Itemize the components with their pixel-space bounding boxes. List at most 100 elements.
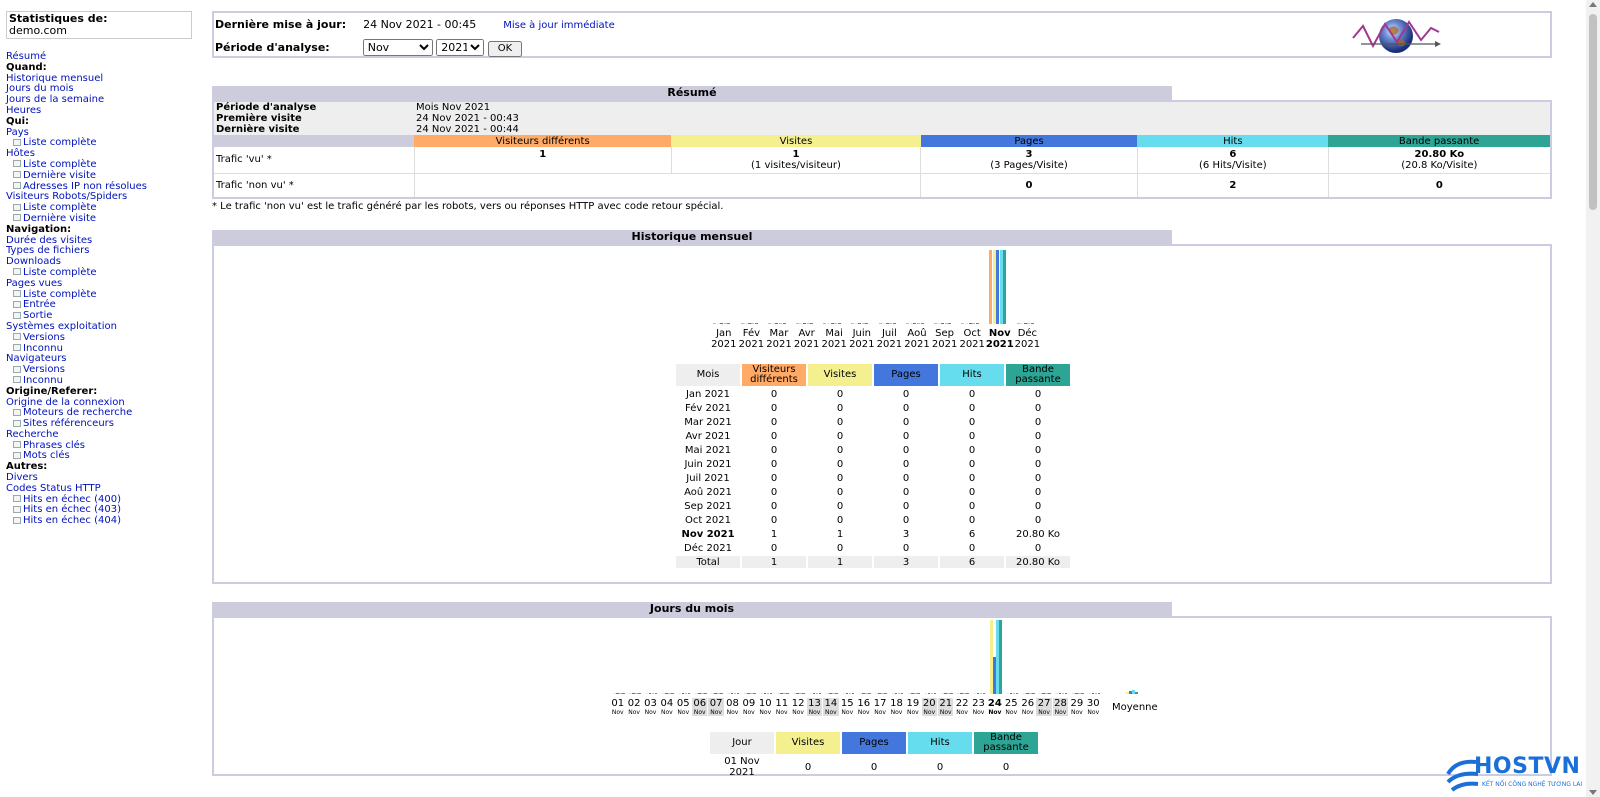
average-bar-group [1126,620,1146,694]
menu-subitem-link[interactable]: Versions [23,364,65,375]
menu-subitem-link[interactable]: Moteurs de recherche [23,407,132,418]
pages-cell: 0 [902,430,910,442]
update-now-link[interactable]: Mise à jour immédiate [503,20,615,31]
bar-visits [716,323,720,324]
bandwidth-cell: 0 [1034,542,1042,554]
day-month: Nov [644,709,657,716]
scrollbar-up-arrow[interactable] [1589,2,1597,7]
day-bar-group [1036,620,1052,694]
table-row: Mar 2021 0 0 0 0 0 [676,416,1070,428]
menu-subitem-link[interactable]: Hits en échec (403) [23,504,121,516]
seen-traffic-row: Trafic 'vu' * 1 1 (1 visites/visiteur) 3(… [214,147,1550,173]
bar-hits [778,323,782,324]
day-axis-label: 17 Nov [872,698,887,716]
bar-pages [885,323,889,324]
day-bar-group [905,620,921,694]
day-bar-group [856,620,872,694]
menu-link[interactable]: Visiteurs Robots/Spiders [6,191,127,202]
menu-subitem-link[interactable]: Liste complète [23,137,97,148]
visitors-cell: 0 [770,472,778,484]
menu-subitem-link[interactable]: Dernière visite [23,213,96,224]
menu-link[interactable]: Recherche [6,429,59,440]
menu-link[interactable]: Systèmes exploitation [6,321,117,332]
menu-subitem-link[interactable]: Hits en échec (404) [23,515,121,526]
visits-cell: 0 [836,514,844,526]
popup-window-icon [13,182,21,190]
menu-link[interactable]: Historique mensuel [6,73,103,84]
menu-link[interactable]: Jours du mois [6,83,74,94]
year-select[interactable]: 2021 [436,39,485,56]
day-bar-group [758,620,774,694]
hits-cell: 0 [968,388,976,400]
menu-link[interactable]: Durée des visites [6,235,92,246]
total-cell: 20.80 Ko [1006,556,1070,568]
menu-link[interactable]: Types de fichiers [6,245,89,256]
bar-visitors [961,323,965,324]
menu-link[interactable]: Heures [6,105,41,116]
menu-subitem-link[interactable]: Entrée [23,299,56,310]
visits-cell: 1 [836,528,844,540]
col-pages: Pages [842,732,906,754]
bar-bandwidth [704,693,707,694]
bar-pages [802,323,806,324]
bar-visits [909,323,913,324]
day-bar-group [889,620,905,694]
seen-traffic-label: Trafic 'vu' * [216,154,272,166]
bar-visits [937,323,941,324]
menu-subitem-link[interactable]: Inconnu [23,375,63,386]
bar-bandwidth [948,323,952,324]
pages-cell: 0 [902,472,910,484]
day-month: Nov [710,709,722,716]
menu-link[interactable]: Codes Status HTTP [6,483,101,494]
bar-bandwidth [920,323,924,324]
menu-link[interactable]: Pays [6,127,29,138]
ok-button[interactable]: OK [487,40,523,57]
menu-subitem-link[interactable]: Adresses IP non résolues [23,181,147,192]
hits-cell: 6 [968,528,976,540]
month-select[interactable]: Nov [362,39,433,56]
scrollbar-down-arrow[interactable] [1589,790,1597,795]
day-axis-label: 30 Nov [1086,698,1101,716]
menu-link[interactable]: Hôtes [6,148,35,159]
header-hits: Hits [1137,135,1329,147]
menu-link[interactable]: Navigateurs [6,353,67,364]
seen-pages-sub: (3 Pages/Visite) [990,159,1068,171]
bar-visits [744,323,748,324]
popup-window-icon [13,419,21,427]
menu-subitem-link[interactable]: Liste complète [23,289,97,300]
menu-link[interactable]: Origine de la connexion [6,397,125,408]
menu-link[interactable]: Downloads [6,256,61,267]
menu-link[interactable]: Résumé [6,51,46,62]
day-bar-group [643,620,659,694]
bar-bandwidth [933,693,937,694]
daily-chart: 01 Nov 02 Nov 03 Nov 04 Nov 05 Nov 06 Nov 07 Nov 08 Nov… [610,620,1158,720]
bar-visits [1020,323,1024,324]
month-cell: Fév 2021 [685,402,731,414]
visits-cell: 0 [836,458,844,470]
scrollbar[interactable] [1586,0,1600,797]
menu-subitem-link[interactable]: Sites référenceurs [23,418,114,429]
menu-subitem-link[interactable]: Inconnu [23,343,63,354]
bar-bandwidth [810,323,814,324]
popup-window-icon [13,160,21,168]
menu-link[interactable]: Jours de la semaine [6,94,104,105]
visitors-cell: 0 [770,444,778,456]
menu-subitem-link[interactable]: Versions [23,332,65,343]
bar-visitors [851,323,854,324]
menu-subitem-link[interactable]: Dernière visite [23,170,96,181]
menu-subitem-link[interactable]: Liste complète [23,202,97,213]
menu-subitem-link[interactable]: Mots clés [23,450,70,462]
menu-subitem-link[interactable]: Liste complète [23,267,97,278]
unseen-bandwidth-value: 0 [1435,179,1443,191]
menu-subitem-link[interactable]: Liste complète [23,159,97,170]
menu-link[interactable]: Divers [6,472,38,483]
visits-cell: 0 [836,416,844,428]
seen-visits-sub: (1 visites/visiteur) [751,159,841,171]
menu-link[interactable]: Pages vues [6,278,62,289]
popup-window-icon [13,365,21,373]
day-number: 22 [955,698,969,709]
scrollbar-thumb[interactable] [1589,14,1597,210]
menu-subitem-link[interactable]: Sortie [23,310,52,321]
popup-window-icon [13,214,21,222]
day-bar-group [725,620,741,694]
